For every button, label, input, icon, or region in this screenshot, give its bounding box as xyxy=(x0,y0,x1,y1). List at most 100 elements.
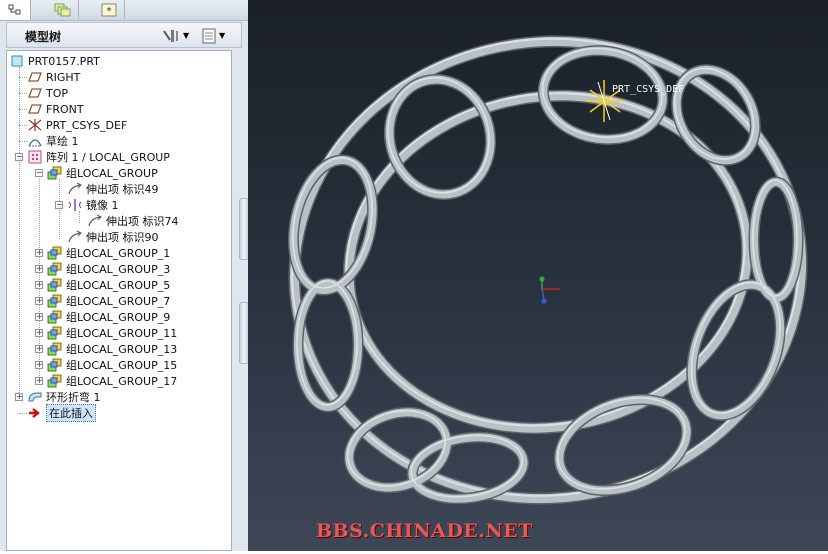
panel-splitter[interactable] xyxy=(236,50,248,551)
tree-line xyxy=(19,93,27,94)
show-button[interactable]: ▼ xyxy=(201,27,225,44)
tree-item-label: 伸出项 标识49 xyxy=(86,183,159,196)
tree-line xyxy=(19,413,27,414)
svg-text:*: * xyxy=(107,6,112,17)
graphics-viewport[interactable]: PRT_CSYS_DEF xyxy=(248,0,828,551)
panel-title: 模型树 xyxy=(25,30,62,44)
tree-item-group[interactable]: 组LOCAL_GROUP_1 xyxy=(47,245,170,261)
sweep-icon xyxy=(67,230,83,244)
tree-root-label: PRT0157.PRT xyxy=(28,54,100,68)
tree-root[interactable]: PRT0157.PRT xyxy=(9,53,100,69)
left-panel: * 模型树 ▼ ▼ PRT0157.PRT RIGHT TOP FRONT PR… xyxy=(0,0,249,551)
tree-line xyxy=(19,109,27,110)
tree-item-right[interactable]: RIGHT xyxy=(27,69,80,85)
tree-item-label: 伸出项 标识90 xyxy=(86,231,159,244)
expand-toggle[interactable]: + xyxy=(35,281,43,289)
tree-item-mirror[interactable]: 镜像 1 xyxy=(67,197,119,213)
chevron-down-icon: ▼ xyxy=(219,31,226,40)
tree-item-label: 环形折弯 1 xyxy=(46,391,101,404)
tree-item-group[interactable]: 组LOCAL_GROUP_7 xyxy=(47,293,170,309)
expand-toggle[interactable]: + xyxy=(15,393,23,401)
tree-item-label: 组LOCAL_GROUP_5 xyxy=(66,279,171,292)
sketch-icon xyxy=(27,134,43,148)
tree-item-label: RIGHT xyxy=(46,70,81,84)
expand-toggle[interactable]: + xyxy=(35,297,43,305)
tree-item-group[interactable]: 组LOCAL_GROUP_3 xyxy=(47,261,170,277)
tree-item-group[interactable]: 组LOCAL_GROUP_9 xyxy=(47,309,170,325)
tree-item-label: 草绘 1 xyxy=(46,135,79,148)
model-tree: PRT0157.PRT RIGHT TOP FRONT PRT_CSYS_DEF… xyxy=(6,50,232,551)
expand-toggle[interactable]: + xyxy=(35,265,43,273)
collapse-toggle[interactable]: − xyxy=(35,169,43,177)
tab-model-tree[interactable] xyxy=(0,0,31,20)
sweep-icon xyxy=(67,182,83,196)
collapse-toggle[interactable]: − xyxy=(55,201,63,209)
group-icon xyxy=(47,278,63,292)
tab-layers[interactable] xyxy=(48,0,79,19)
expand-toggle[interactable]: + xyxy=(35,329,43,337)
group-icon xyxy=(47,358,63,372)
tree-item-label: 组LOCAL_GROUP_9 xyxy=(66,311,171,324)
expand-toggle[interactable]: + xyxy=(35,361,43,369)
tree-item-sketch[interactable]: 草绘 1 xyxy=(27,133,79,149)
tree-item-label: 组LOCAL_GROUP_3 xyxy=(66,263,171,276)
tree-item-protrusion[interactable]: 伸出项 标识74 xyxy=(87,213,179,229)
list-icon xyxy=(202,28,216,43)
model-view[interactable]: PRT_CSYS_DEF xyxy=(248,0,828,551)
layers-tab-icon xyxy=(54,3,71,16)
tree-item-label: TOP xyxy=(46,86,69,100)
tree-item-csys[interactable]: PRT_CSYS_DEF xyxy=(27,117,127,133)
pattern-icon xyxy=(27,150,43,164)
group-icon xyxy=(47,310,63,324)
settings-button[interactable]: ▼ xyxy=(161,27,189,44)
group-icon xyxy=(47,246,63,260)
tree-item-group[interactable]: 组LOCAL_GROUP_17 xyxy=(47,373,177,389)
group-icon xyxy=(47,326,63,340)
insert-here-marker[interactable]: 在此插入 xyxy=(27,404,96,422)
tree-item-label: 组LOCAL_GROUP xyxy=(66,167,158,180)
tab-favorites[interactable]: * xyxy=(94,0,125,19)
tree-item-label: 阵列 1 / LOCAL_GROUP xyxy=(46,151,170,164)
tree-item-top[interactable]: TOP xyxy=(27,85,68,101)
tree-item-pattern[interactable]: 阵列 1 / LOCAL_GROUP xyxy=(27,149,170,165)
watermark-text: BBS.CHINADE.NET xyxy=(316,520,533,542)
expand-toggle[interactable]: + xyxy=(35,345,43,353)
tree-item-protrusion[interactable]: 伸出项 标识49 xyxy=(67,181,159,197)
coordinate-system-icon xyxy=(27,118,43,132)
expand-toggle[interactable]: + xyxy=(35,313,43,321)
chevron-down-icon: ▼ xyxy=(183,31,190,40)
tree-item-label: 组LOCAL_GROUP_13 xyxy=(66,343,178,356)
group-icon xyxy=(47,294,63,308)
favorites-tab-icon: * xyxy=(101,3,117,17)
tree-item-label: 组LOCAL_GROUP_15 xyxy=(66,359,178,372)
datum-plane-icon xyxy=(27,86,43,100)
tree-item-group[interactable]: 组LOCAL_GROUP_15 xyxy=(47,357,177,373)
tree-line xyxy=(19,77,27,78)
tree-item-label: 组LOCAL_GROUP_1 xyxy=(66,247,171,260)
tree-item-front[interactable]: FRONT xyxy=(27,101,84,117)
part-icon xyxy=(9,54,25,68)
expand-toggle[interactable]: + xyxy=(35,249,43,257)
tree-item-group[interactable]: 组LOCAL_GROUP_5 xyxy=(47,277,170,293)
tree-item-group[interactable]: 组LOCAL_GROUP_13 xyxy=(47,341,177,357)
tree-item-protrusion[interactable]: 伸出项 标识90 xyxy=(67,229,159,245)
csys-label: PRT_CSYS_DEF xyxy=(612,84,684,95)
group-icon xyxy=(47,342,63,356)
tree-item-group[interactable]: 组LOCAL_GROUP xyxy=(47,165,158,181)
tree-item-label: 镜像 1 xyxy=(86,199,119,212)
toroidal-bend-icon xyxy=(27,390,43,404)
collapse-toggle[interactable]: − xyxy=(15,153,23,161)
tree-item-label: 在此插入 xyxy=(46,404,96,422)
model-tree-tab-icon xyxy=(8,4,21,15)
tree-item-group[interactable]: 组LOCAL_GROUP_11 xyxy=(47,325,177,341)
tree-item-toroidal-bend[interactable]: 环形折弯 1 xyxy=(27,389,101,405)
tree-line xyxy=(59,179,60,239)
tree-item-label: PRT_CSYS_DEF xyxy=(46,118,128,132)
model-tree-header: 模型树 ▼ ▼ xyxy=(6,22,242,48)
tree-item-label: 伸出项 标识74 xyxy=(106,215,179,228)
expand-toggle[interactable]: + xyxy=(35,377,43,385)
datum-plane-icon xyxy=(27,102,43,116)
tree-item-label: 组LOCAL_GROUP_17 xyxy=(66,375,178,388)
tree-item-label: 组LOCAL_GROUP_11 xyxy=(66,327,178,340)
sweep-icon xyxy=(87,214,103,228)
